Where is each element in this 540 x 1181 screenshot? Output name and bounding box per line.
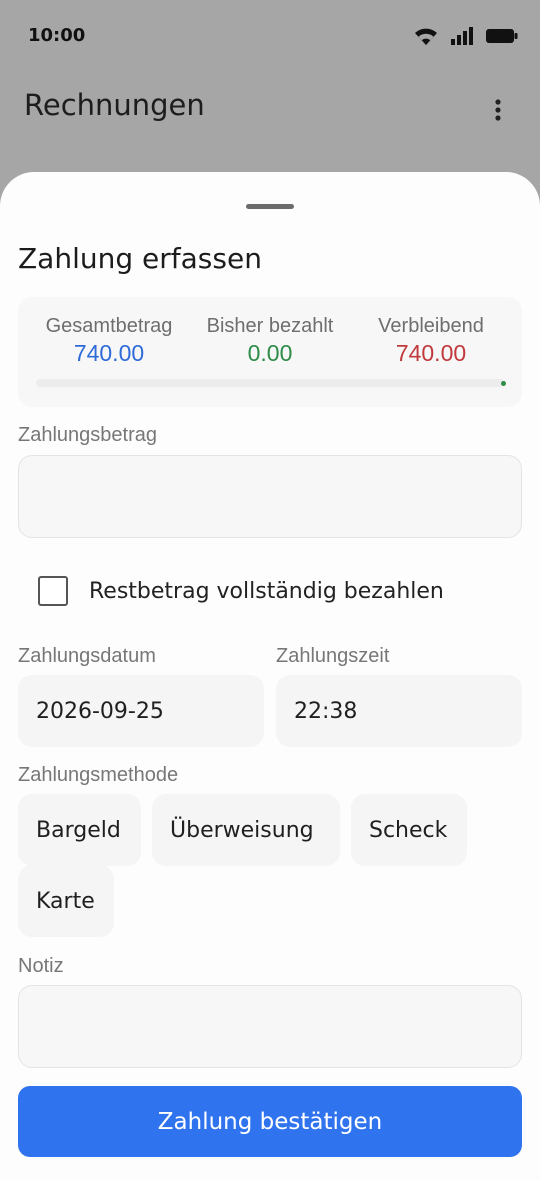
signal-icon (451, 27, 473, 45)
confirm-payment-button[interactable]: Zahlung bestätigen (18, 1086, 522, 1157)
method-option-karte[interactable]: Karte (18, 865, 114, 937)
note-label: Notiz (18, 955, 64, 977)
paid-value: 0.00 (247, 340, 293, 366)
sheet-title: Zahlung erfassen (18, 242, 262, 275)
app-bar: Rechnungen (0, 72, 540, 152)
date-label: Zahlungsdatum (18, 645, 156, 667)
pay-full-checkbox[interactable] (38, 576, 68, 606)
payment-summary: Gesamtbetrag 740.00 Bisher bezahlt 0.00 … (18, 297, 522, 407)
payment-date-field[interactable]: 2026-09-25 (18, 675, 264, 747)
method-option-ueberweisung[interactable]: Überweisung (152, 794, 340, 866)
payment-bottom-sheet: Zahlung erfassen Gesamtbetrag 740.00 Bis… (0, 172, 540, 1181)
summary-paid: Bisher bezahlt 0.00 (185, 313, 355, 367)
payment-date-value: 2026-09-25 (36, 698, 164, 724)
battery-icon (486, 29, 518, 43)
amount-label: Zahlungsbetrag (18, 424, 157, 446)
note-input[interactable] (18, 985, 522, 1068)
payment-amount-input[interactable] (18, 455, 522, 538)
summary-remaining: Verbleibend 740.00 (346, 313, 516, 367)
pay-full-label: Restbetrag vollständig bezahlen (89, 578, 444, 604)
progress-end-marker (501, 381, 506, 386)
status-bar: 10:00 (0, 0, 540, 72)
wifi-icon (415, 28, 437, 45)
method-option-bargeld[interactable]: Bargeld (18, 794, 141, 866)
drag-handle[interactable] (246, 204, 294, 209)
time-label: Zahlungszeit (276, 645, 390, 667)
status-time: 10:00 (28, 25, 86, 46)
app-title: Rechnungen (24, 88, 205, 122)
more-vert-icon[interactable] (486, 96, 510, 124)
payment-progress-bar (36, 379, 506, 387)
paid-label: Bisher bezahlt (206, 315, 334, 337)
method-label: Zahlungsmethode (18, 764, 179, 786)
status-icons (414, 26, 518, 46)
payment-time-value: 22:38 (294, 698, 358, 724)
pay-full-checkbox-row[interactable]: Restbetrag vollständig bezahlen (38, 572, 444, 610)
method-option-scheck[interactable]: Scheck (351, 794, 467, 866)
remaining-label: Verbleibend (378, 315, 484, 337)
payment-time-field[interactable]: 22:38 (276, 675, 522, 747)
total-value: 740.00 (73, 340, 145, 366)
summary-total: Gesamtbetrag 740.00 (24, 313, 194, 367)
total-label: Gesamtbetrag (45, 315, 173, 337)
remaining-value: 740.00 (395, 340, 467, 366)
